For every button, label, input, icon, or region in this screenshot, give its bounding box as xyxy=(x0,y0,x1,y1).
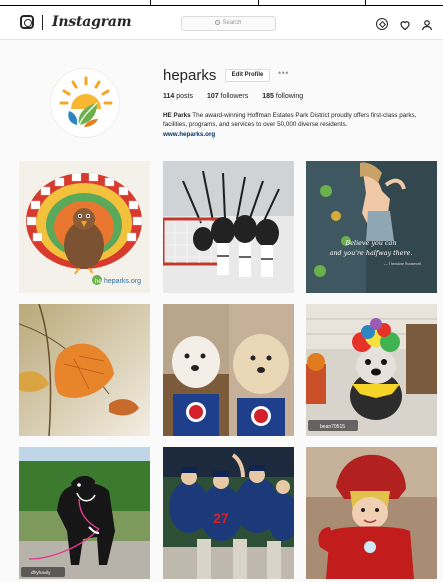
profile-avatar[interactable] xyxy=(50,68,120,138)
options-ellipsis-icon[interactable]: ••• xyxy=(278,68,289,78)
post-thumbnail-turkey[interactable]: he heparks.org xyxy=(19,161,150,293)
person-icon[interactable] xyxy=(421,18,433,31)
search-placeholder: Search xyxy=(222,20,242,26)
post-thumbnail-leaves[interactable] xyxy=(19,304,150,436)
post-thumbnail-costume-child[interactable] xyxy=(306,447,437,579)
top-nav-bar: Instagram Search xyxy=(0,6,443,40)
profile-username: heparks xyxy=(163,67,217,84)
post-user-tag: bean70515 xyxy=(320,424,345,430)
instagram-wordmark[interactable]: Instagram xyxy=(52,14,132,30)
compass-icon[interactable] xyxy=(376,18,388,30)
post-thumbnail-climbing[interactable]: Believe you can and you're halfway there… xyxy=(306,161,437,293)
instagram-camera-icon[interactable] xyxy=(20,15,34,29)
bio-name: HE Parks xyxy=(163,112,191,119)
post-thumbnail-dogs[interactable] xyxy=(163,304,294,436)
following-count[interactable]: 185 following xyxy=(262,93,303,100)
post-watermark: heparks.org xyxy=(104,278,141,285)
post-quote-credit: — Theodore Roosevelt xyxy=(384,262,421,266)
edit-profile-button[interactable]: Edit Profile xyxy=(225,69,270,82)
post-thumbnail-great-dane[interactable]: dfryhavily xyxy=(19,447,150,579)
post-quote-line2: and you're halfway there. xyxy=(330,249,413,257)
post-quote-line1: Believe you can xyxy=(345,239,397,247)
posts-count: 114 posts xyxy=(163,93,193,100)
bio-text: The award-winning Hoffman Estates Park D… xyxy=(163,112,417,128)
heart-icon[interactable] xyxy=(399,18,411,31)
search-icon xyxy=(215,20,221,25)
post-watermark-mark: he xyxy=(95,279,102,285)
post-thumbnail-halloween-dog[interactable]: bean70515 xyxy=(306,304,437,436)
post-user-tag: dfryhavily xyxy=(31,570,51,575)
post-thumbnail-hockey[interactable] xyxy=(163,161,294,293)
profile-stats: 114 posts 107 followers 185 following xyxy=(163,93,303,100)
profile-bio: HE Parks The award-winning Hoffman Estat… xyxy=(163,112,433,129)
search-input[interactable]: Search xyxy=(181,16,276,31)
profile-header: heparks Edit Profile ••• 114 posts 107 f… xyxy=(0,40,443,155)
post-thumbnail-baseball[interactable]: 27 xyxy=(163,447,294,579)
post-jersey-number: 27 xyxy=(213,510,229,526)
logo-divider xyxy=(42,15,43,30)
followers-count[interactable]: 107 followers xyxy=(207,93,248,100)
profile-website-link[interactable]: www.heparks.org xyxy=(163,131,215,138)
